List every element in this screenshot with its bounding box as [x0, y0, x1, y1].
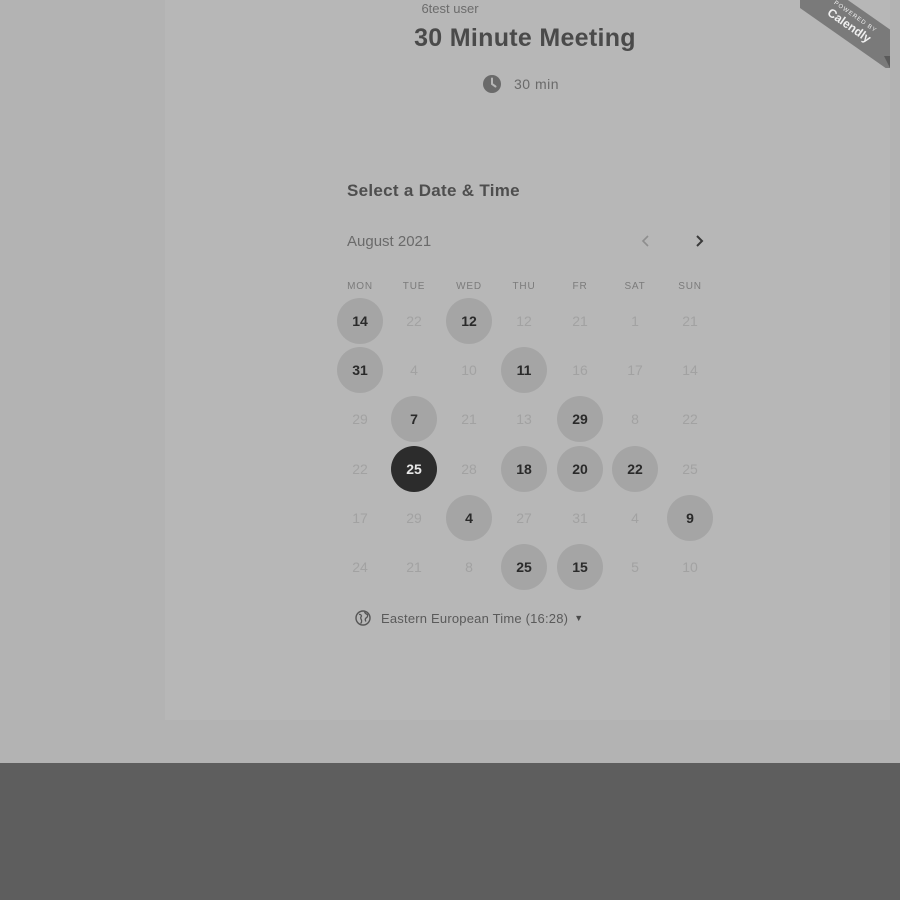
available-date-button[interactable]: 15 — [557, 544, 603, 590]
available-date-button[interactable]: 25 — [501, 544, 547, 590]
weekday-label: THU — [512, 281, 536, 292]
timezone-selector[interactable]: Eastern European Time (16:28) ▼ — [355, 610, 583, 626]
unavailable-date: 21 — [682, 313, 698, 329]
caret-down-icon: ▼ — [574, 613, 584, 623]
available-date-button[interactable]: 9 — [667, 495, 713, 541]
weekday-label: MON — [347, 281, 373, 292]
available-date-button[interactable]: 31 — [337, 347, 383, 393]
available-date-button[interactable]: 22 — [612, 446, 658, 492]
chevron-left-icon — [641, 235, 649, 247]
unavailable-date: 12 — [516, 313, 532, 329]
weekday-header: MON TUE WED THU FR SAT SUN — [0, 281, 900, 295]
globe-icon — [355, 610, 371, 626]
unavailable-date: 1 — [631, 313, 639, 329]
unavailable-date: 8 — [631, 411, 639, 427]
unavailable-date: 31 — [572, 510, 588, 526]
event-title: 30 Minute Meeting — [414, 24, 636, 52]
unavailable-date: 25 — [682, 461, 698, 477]
available-date-button[interactable]: 7 — [391, 396, 437, 442]
clock-icon — [483, 75, 501, 93]
ribbon-fold — [884, 56, 890, 68]
unavailable-date: 14 — [682, 362, 698, 378]
prev-month-button[interactable] — [636, 231, 656, 251]
unavailable-date: 16 — [572, 362, 588, 378]
available-date-button[interactable]: 4 — [446, 495, 492, 541]
available-date-button[interactable]: 29 — [557, 396, 603, 442]
available-date-button[interactable]: 18 — [501, 446, 547, 492]
unavailable-date: 4 — [631, 510, 639, 526]
chevron-right-icon — [696, 235, 704, 247]
available-date-button[interactable]: 20 — [557, 446, 603, 492]
weekday-label: SUN — [678, 281, 702, 292]
weekday-label: TUE — [402, 281, 426, 292]
unavailable-date: 29 — [352, 411, 368, 427]
available-date-button[interactable]: 12 — [446, 298, 492, 344]
next-month-button[interactable] — [689, 231, 709, 251]
event-duration: 30 min — [482, 74, 559, 94]
unavailable-date: 27 — [516, 510, 532, 526]
unavailable-date: 5 — [631, 559, 639, 575]
weekday-label: SAT — [624, 281, 646, 292]
unavailable-date: 22 — [352, 461, 368, 477]
unavailable-date: 28 — [461, 461, 477, 477]
available-date-button[interactable]: 14 — [337, 298, 383, 344]
unavailable-date: 21 — [572, 313, 588, 329]
unavailable-date: 17 — [352, 510, 368, 526]
unavailable-date: 8 — [465, 559, 473, 575]
unavailable-date: 29 — [406, 510, 422, 526]
unavailable-date: 17 — [627, 362, 643, 378]
unavailable-date: 10 — [461, 362, 477, 378]
unavailable-date: 4 — [410, 362, 418, 378]
weekday-label: FR — [572, 281, 588, 292]
section-title: Select a Date & Time — [347, 181, 520, 200]
unavailable-date: 22 — [682, 411, 698, 427]
unavailable-date: 13 — [516, 411, 532, 427]
unavailable-date: 22 — [406, 313, 422, 329]
unavailable-date: 24 — [352, 559, 368, 575]
unavailable-date: 21 — [406, 559, 422, 575]
weekday-label: WED — [456, 281, 482, 292]
unavailable-date: 21 — [461, 411, 477, 427]
month-label: August 2021 — [347, 233, 432, 250]
selected-date-button[interactable]: 25 — [391, 446, 437, 492]
unavailable-date: 10 — [682, 559, 698, 575]
duration-text: 30 min — [514, 76, 560, 92]
available-date-button[interactable]: 11 — [501, 347, 547, 393]
page-footer-band — [0, 763, 900, 900]
timezone-label: Eastern European Time (16:28) — [381, 610, 569, 626]
organizer-name: 6test user — [421, 1, 479, 16]
